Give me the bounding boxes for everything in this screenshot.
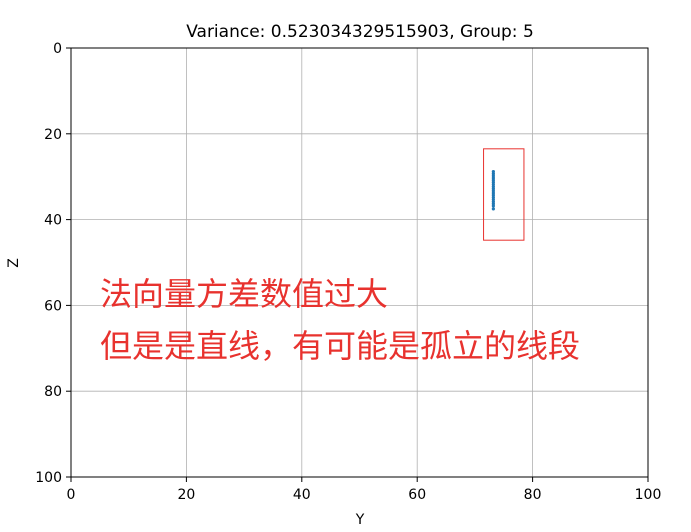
data-point	[491, 207, 495, 211]
chart: Variance: 0.523034329515903, Group: 5 0 2…	[6, 22, 661, 528]
x-tick-label: 80	[524, 487, 542, 503]
x-tick-label: 40	[293, 487, 311, 503]
scatter-points	[491, 169, 495, 211]
y-tick-label: 40	[44, 213, 62, 229]
highlight-box	[483, 148, 525, 241]
x-tick-label: 60	[408, 487, 426, 503]
x-tick-label: 100	[635, 487, 662, 503]
plot-frame	[70, 47, 649, 478]
grid	[70, 47, 649, 478]
chart-title: Variance: 0.523034329515903, Group: 5	[186, 22, 534, 42]
y-tick-label: 60	[44, 298, 62, 314]
y-axis-label: Z	[6, 258, 22, 268]
x-axis-label: Y	[355, 512, 365, 528]
axes: 0 20 40 60 80 100 0 20 40 60 80 100	[35, 41, 661, 503]
y-tick-label: 100	[35, 470, 62, 486]
data-point	[491, 204, 495, 208]
annotation-line-2: 但是是直线，有可能是孤立的线段	[100, 327, 581, 365]
x-tick-label: 20	[177, 487, 195, 503]
y-tick-label: 80	[44, 384, 62, 400]
y-tick-label: 20	[44, 127, 62, 143]
y-tick-label: 0	[53, 41, 62, 57]
annotation-line-1: 法向量方差数值过大	[100, 275, 389, 313]
x-tick-label: 0	[67, 487, 76, 503]
